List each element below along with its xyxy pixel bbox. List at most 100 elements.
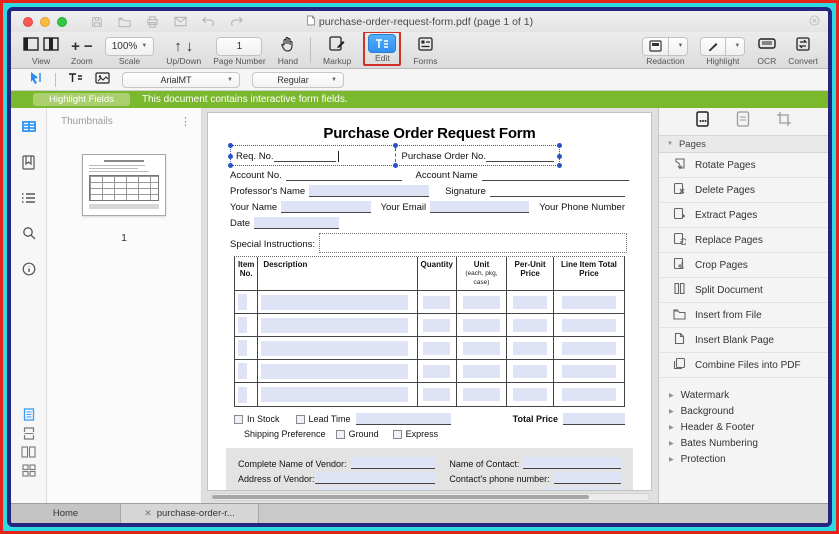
lead-time-field[interactable]: [356, 413, 451, 425]
insert-from-file-item[interactable]: Insert from File: [659, 303, 828, 328]
watermark-section[interactable]: ▶ Watermark: [659, 387, 828, 403]
line-total-field[interactable]: [562, 319, 616, 332]
date-field[interactable]: [254, 217, 339, 229]
ground-checkbox[interactable]: [336, 430, 345, 439]
minimize-window-button[interactable]: [40, 17, 50, 27]
selected-field-row[interactable]: Req. No. Purchase Order No.: [230, 145, 560, 166]
description-field[interactable]: [261, 295, 407, 310]
quantity-field[interactable]: [423, 342, 450, 355]
scrollbar-thumb[interactable]: [212, 495, 589, 499]
tab-annotations-icon[interactable]: [736, 111, 750, 132]
item-no-field[interactable]: [238, 317, 247, 333]
contact-fax-field[interactable]: [541, 487, 621, 491]
page-up-button[interactable]: ↑: [174, 39, 182, 54]
document-close-icon[interactable]: [809, 13, 820, 31]
per-unit-price-field[interactable]: [513, 365, 547, 378]
rotate-pages-item[interactable]: Rotate Pages: [659, 153, 828, 178]
grid-view-icon[interactable]: [22, 464, 36, 477]
description-field[interactable]: [261, 341, 407, 356]
your-name-field[interactable]: [281, 201, 370, 213]
outline-panel-icon[interactable]: [21, 192, 36, 204]
highlight-fields-button[interactable]: Highlight Fields: [33, 93, 130, 106]
quantity-field[interactable]: [423, 319, 450, 332]
unit-field[interactable]: [463, 365, 500, 378]
hand-tool-icon[interactable]: [280, 36, 295, 57]
protection-section[interactable]: ▶ Protection: [659, 451, 828, 467]
professors-name-field[interactable]: [309, 185, 429, 197]
description-field[interactable]: [261, 364, 407, 379]
close-window-button[interactable]: [23, 17, 33, 27]
per-unit-price-field[interactable]: [513, 388, 547, 401]
combine-files-item[interactable]: Combine Files into PDF: [659, 353, 828, 378]
print-icon[interactable]: [146, 16, 159, 28]
replace-pages-item[interactable]: Replace Pages: [659, 228, 828, 253]
highlight-button[interactable]: [700, 37, 726, 56]
font-family-dropdown[interactable]: ArialMT▼: [122, 72, 240, 88]
item-no-field[interactable]: [238, 294, 247, 310]
tab-document[interactable]: ✕ purchase-order-r...: [121, 504, 259, 523]
thumbnails-menu-icon[interactable]: ⋮: [180, 115, 191, 128]
express-checkbox[interactable]: [393, 430, 402, 439]
add-text-icon[interactable]: [68, 71, 83, 89]
email-icon[interactable]: [174, 16, 187, 27]
name-of-contact-field[interactable]: [523, 457, 621, 469]
per-unit-price-field[interactable]: [513, 342, 547, 355]
font-style-dropdown[interactable]: Regular▼: [252, 72, 344, 88]
quantity-field[interactable]: [423, 296, 450, 309]
item-no-field[interactable]: [238, 363, 247, 379]
close-tab-icon[interactable]: ✕: [144, 508, 152, 519]
your-email-field[interactable]: [430, 201, 529, 213]
folder-icon[interactable]: [118, 16, 131, 28]
account-name-field[interactable]: [482, 171, 629, 181]
highlight-dropdown[interactable]: ▼: [726, 37, 745, 56]
delete-pages-item[interactable]: Delete Pages: [659, 178, 828, 203]
info-panel-icon[interactable]: [22, 262, 36, 276]
redaction-button[interactable]: [642, 37, 669, 56]
unit-field[interactable]: [463, 319, 500, 332]
unit-field[interactable]: [463, 296, 500, 309]
background-section[interactable]: ▶ Background: [659, 403, 828, 419]
zoom-out-button[interactable]: −: [84, 39, 93, 54]
single-page-view-icon[interactable]: [23, 408, 35, 421]
line-total-field[interactable]: [562, 342, 616, 355]
vendor-name-field[interactable]: [351, 457, 436, 469]
bates-numbering-section[interactable]: ▶ Bates Numbering: [659, 435, 828, 451]
line-total-field[interactable]: [562, 365, 616, 378]
item-no-field[interactable]: [238, 387, 247, 403]
single-pane-view-icon[interactable]: [23, 37, 39, 56]
tab-pages-icon[interactable]: [695, 111, 710, 132]
line-total-field[interactable]: [562, 296, 616, 309]
convert-icon[interactable]: [796, 37, 810, 56]
ocr-icon[interactable]: [758, 37, 776, 55]
page-thumbnail[interactable]: [82, 154, 166, 216]
in-stock-checkbox[interactable]: [234, 415, 243, 424]
crop-pages-item[interactable]: Crop Pages: [659, 253, 828, 278]
markup-icon[interactable]: [329, 36, 345, 56]
dual-pane-view-icon[interactable]: [43, 37, 59, 56]
thumbnails-panel-icon[interactable]: [21, 120, 37, 133]
unit-field[interactable]: [463, 388, 500, 401]
zoom-window-button[interactable]: [57, 17, 67, 27]
split-document-item[interactable]: Split Document: [659, 278, 828, 303]
address-line2-field[interactable]: [316, 487, 435, 491]
redo-icon[interactable]: [230, 16, 243, 27]
redaction-dropdown[interactable]: ▼: [669, 37, 688, 56]
forms-icon[interactable]: [418, 37, 433, 56]
total-price-field[interactable]: [563, 413, 625, 425]
tab-home[interactable]: Home: [11, 504, 121, 523]
unit-field[interactable]: [463, 342, 500, 355]
page-number-input[interactable]: 1: [216, 37, 262, 56]
item-no-field[interactable]: [238, 340, 247, 356]
special-instructions-field[interactable]: [319, 233, 627, 253]
description-field[interactable]: [261, 387, 407, 402]
edit-button[interactable]: [368, 34, 396, 53]
header-footer-section[interactable]: ▶ Header & Footer: [659, 419, 828, 435]
horizontal-scrollbar[interactable]: [210, 493, 650, 501]
signature-field[interactable]: [490, 187, 625, 197]
lead-time-checkbox[interactable]: [296, 415, 305, 424]
line-total-field[interactable]: [562, 388, 616, 401]
save-icon[interactable]: [91, 16, 103, 28]
undo-icon[interactable]: [202, 16, 215, 27]
per-unit-price-field[interactable]: [513, 319, 547, 332]
quantity-field[interactable]: [423, 365, 450, 378]
